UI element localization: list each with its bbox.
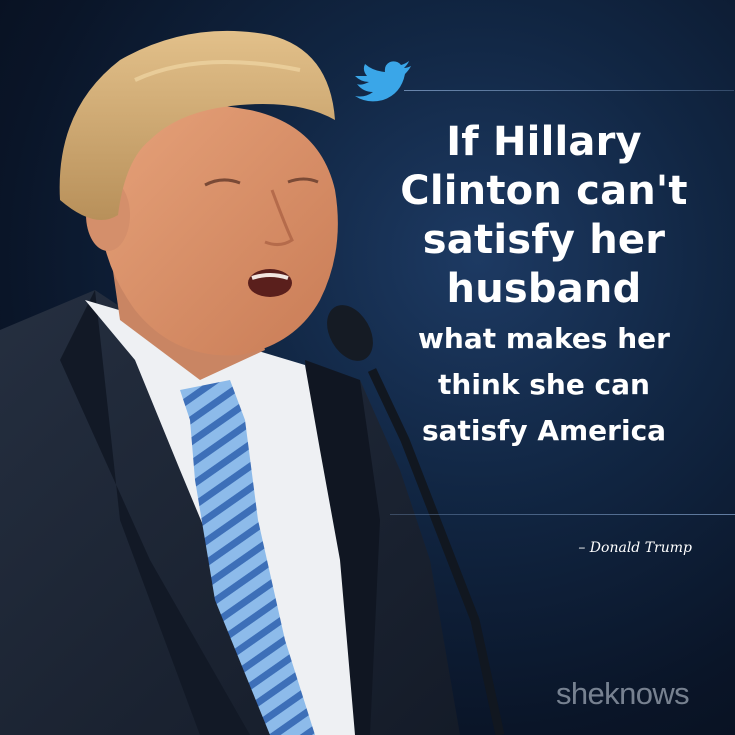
twitter-bird-icon <box>355 61 411 102</box>
quote-line-4: husband <box>446 266 642 312</box>
quote-attribution: – Donald Trump <box>578 540 692 556</box>
quote-line-2: Clinton can't <box>400 168 688 214</box>
quote-line-1: If Hillary <box>446 119 642 165</box>
quote-graphic: If Hillary Clinton can't satisfy her hus… <box>0 0 735 735</box>
quote-line-3: satisfy her <box>422 217 666 263</box>
brand-watermark: sheknows <box>556 676 690 711</box>
quote-text: If Hillary Clinton can't satisfy her hus… <box>386 118 702 454</box>
quote-line-7: satisfy America <box>421 414 667 447</box>
quote-line-5: what makes her <box>418 322 670 355</box>
bottom-divider <box>390 514 735 515</box>
top-divider <box>404 90 734 91</box>
quote-line-6: think she can <box>438 368 650 401</box>
